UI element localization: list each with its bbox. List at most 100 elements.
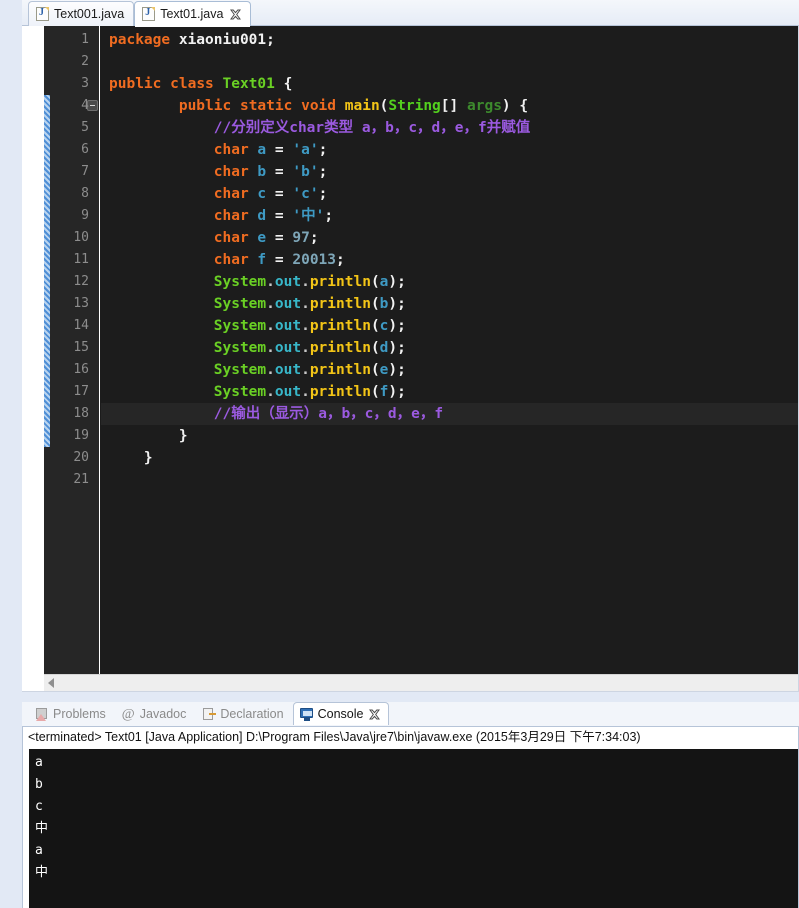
code-line[interactable]: char d = '中'; xyxy=(101,205,798,227)
console-view: <terminated> Text01 [Java Application] D… xyxy=(22,726,799,908)
console-launch-header: <terminated> Text01 [Java Application] D… xyxy=(23,727,798,748)
code-line[interactable] xyxy=(101,469,798,491)
code-token-plain: ); xyxy=(388,362,406,378)
code-line[interactable]: public class Text01 { xyxy=(101,73,798,95)
line-number: 8 xyxy=(81,186,89,201)
code-token-str: '中' xyxy=(292,208,325,224)
code-line[interactable]: } xyxy=(101,447,798,469)
code-line[interactable]: System.out.println(f); xyxy=(101,381,798,403)
line-number: 21 xyxy=(73,472,89,487)
close-icon[interactable] xyxy=(230,9,242,20)
code-text-area[interactable]: package xiaoniu001; public class Text01 {… xyxy=(101,26,798,691)
console-tab-console[interactable]: Console xyxy=(292,702,390,725)
triangle-left-icon[interactable] xyxy=(48,678,54,688)
code-token-dot: . xyxy=(301,274,310,290)
code-token-cmt: //输出（显示）a，b，c，d，e，f xyxy=(213,406,444,422)
code-token-kw: void xyxy=(301,98,337,114)
line-number: 17 xyxy=(73,384,89,399)
code-token-plain: ( xyxy=(370,384,380,400)
code-line[interactable]: System.out.println(b); xyxy=(101,293,798,315)
code-viewport[interactable]: 1 2 3 4 5 6 7 8 9 10 11 12 13 14 15 16 17 18 19 20 21 packag… xyxy=(44,26,798,691)
console-tab-label: Declaration xyxy=(220,707,284,721)
close-icon[interactable] xyxy=(369,709,381,720)
line-number: 4 xyxy=(81,98,89,113)
code-line[interactable]: System.out.println(a); xyxy=(101,271,798,293)
code-token-plain: = xyxy=(266,164,293,180)
editor-body: 1 2 3 4 5 6 7 8 9 10 11 12 13 14 15 16 17 18 19 20 21 packag… xyxy=(22,26,799,692)
code-token-num: 97 xyxy=(292,230,310,246)
code-token-mth: println xyxy=(309,296,371,312)
code-line[interactable]: //输出（显示）a，b，c，d，e，f xyxy=(101,403,798,425)
code-token-dot: . xyxy=(266,384,275,400)
code-token-plain: ; xyxy=(324,208,334,224)
code-token-cls: System xyxy=(213,274,267,290)
code-token-kw: char xyxy=(213,164,249,180)
console-tab-problems[interactable]: Problems xyxy=(28,702,115,725)
code-line[interactable]: char b = 'b'; xyxy=(101,161,798,183)
code-token-plain: ); xyxy=(388,296,406,312)
code-line[interactable]: System.out.println(c); xyxy=(101,315,798,337)
editor-part: Text001.javaText01.java 1234567891011121… xyxy=(22,0,799,692)
code-token-dot: . xyxy=(266,362,275,378)
console-tab-declaration[interactable]: Declaration xyxy=(195,702,292,725)
line-number: 2 xyxy=(81,54,89,69)
code-token-plain: ( xyxy=(370,362,380,378)
code-line[interactable]: } xyxy=(101,425,798,447)
line-number-gutter: 1 2 3 4 5 6 7 8 9 10 11 12 13 14 15 16 17 18 19 20 21 xyxy=(44,26,100,691)
code-token-var: d xyxy=(257,208,267,224)
code-token-str: 'b' xyxy=(292,164,319,180)
code-line[interactable]: char a = 'a'; xyxy=(101,139,798,161)
code-token-str: 'c' xyxy=(292,186,319,202)
editor-horizontal-scrollbar[interactable] xyxy=(44,674,798,691)
console-output-area[interactable]: abc中a中 xyxy=(29,749,798,908)
code-line[interactable]: public static void main(String[] args) { xyxy=(101,95,798,117)
code-line[interactable]: System.out.println(d); xyxy=(101,337,798,359)
code-line[interactable] xyxy=(101,51,798,73)
code-line[interactable]: package xiaoniu001; xyxy=(101,29,798,51)
code-line[interactable]: char f = 20013; xyxy=(101,249,798,271)
code-token-dot: . xyxy=(266,340,275,356)
editor-annotation-ruler xyxy=(22,26,44,691)
code-line[interactable]: System.out.println(e); xyxy=(101,359,798,381)
editor-tab-label: Text001.java xyxy=(54,7,125,21)
line-number: 10 xyxy=(73,230,89,245)
console-icon xyxy=(299,707,314,721)
console-tab-javadoc[interactable]: @ Javadoc xyxy=(115,702,196,725)
code-line[interactable]: char e = 97; xyxy=(101,227,798,249)
line-number: 19 xyxy=(73,428,89,443)
code-token-kw: char xyxy=(213,186,249,202)
editor-tab-text01-java[interactable]: Text01.java xyxy=(134,1,252,27)
code-token-fld: out xyxy=(274,296,302,312)
code-token-plain: = xyxy=(266,230,293,246)
problems-icon xyxy=(35,707,49,721)
code-token-kw: char xyxy=(213,142,249,158)
code-token-arg: args xyxy=(467,98,502,114)
console-output-line: 中 xyxy=(35,865,49,880)
code-token-cmt: //分别定义char类型 a，b，c，d，e，f并赋值 xyxy=(213,120,531,136)
code-token-dot: . xyxy=(301,340,310,356)
code-token-kw: class xyxy=(170,76,214,92)
console-output-line: a xyxy=(35,755,43,770)
code-token-plain: ( xyxy=(370,274,380,290)
code-line[interactable]: char c = 'c'; xyxy=(101,183,798,205)
eclipse-ide-window: Text001.javaText01.java 1234567891011121… xyxy=(0,0,799,908)
line-number: 7 xyxy=(81,164,89,179)
editor-tab-text001-java[interactable]: Text001.java xyxy=(28,1,135,26)
line-number: 20 xyxy=(73,450,89,465)
line-number: 9 xyxy=(81,208,89,223)
code-token-mth: println xyxy=(309,340,371,356)
code-line[interactable]: //分别定义char类型 a，b，c，d，e，f并赋值 xyxy=(101,117,798,139)
code-token-mth: println xyxy=(309,318,371,334)
code-token-plain: ( xyxy=(370,318,380,334)
declaration-icon xyxy=(202,707,217,721)
code-token-plain: = xyxy=(266,252,293,268)
code-token-plain: = xyxy=(266,208,293,224)
